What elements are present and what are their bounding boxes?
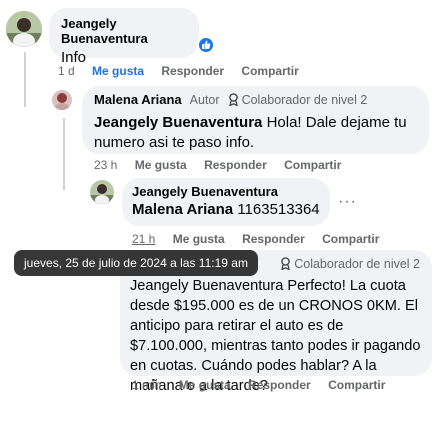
avatar-jeangely[interactable] [90,180,114,204]
thread-line [24,52,26,107]
reply-button[interactable]: Responder [161,64,224,78]
comment-time[interactable]: 1 min [132,378,161,392]
thread-line-nested [63,118,65,190]
comment-author[interactable]: Jeangely Buenaventura [132,184,320,199]
comment-text: Jeangely Buenaventura Hola! Dale dejame … [94,113,417,153]
comment-body: 1163513364 [233,201,320,218]
avatar-image [6,11,42,47]
avatar-image [52,90,72,110]
reply-button[interactable]: Responder [242,232,305,246]
comment-time[interactable]: 23 h [94,158,117,172]
like-button[interactable]: Me gusta [173,232,225,246]
avatar-jeangely[interactable] [6,11,42,47]
mention-link[interactable]: Malena Ariana [132,201,233,218]
share-button[interactable]: Compartir [241,64,298,78]
comment-bubble-2: Malena Ariana Autor Colaborador de nivel 2… [82,86,429,154]
like-button[interactable]: Me gusta [135,158,187,172]
mention-link[interactable]: Jeangely Buenaventura [94,114,262,131]
comment-bubble-1: Jeangely Buenaventura Info [49,8,199,66]
thumbs-up-icon [202,40,211,49]
contributor-badge-icon [228,93,239,111]
like-button[interactable]: Me gusta [179,378,231,392]
share-button[interactable]: Compartir [322,232,379,246]
comment-text: Malena Ariana 1163513364 [132,200,320,220]
contributor-badge[interactable]: Colaborador de nivel 2 [242,93,368,107]
like-button[interactable]: Me gusta [92,64,144,78]
like-reaction-icon[interactable] [197,36,215,54]
comment-header: Malena Ariana Autor Colaborador de nivel 2 [94,91,417,111]
comment-author[interactable]: Malena Ariana [94,92,182,107]
avatar-image [90,180,114,204]
comment-actions-4: 1 min Me gusta Responder Compartir [132,378,399,392]
reply-button[interactable]: Responder [204,158,267,172]
comment-actions-2: 23 h Me gusta Responder Compartir [94,158,355,172]
share-button[interactable]: Compartir [328,378,385,392]
timestamp-tooltip: jueves, 25 de julio de 2024 a las 11:19 … [14,250,258,276]
contributor-badge[interactable]: Colaborador de nivel 2 [294,257,420,271]
comment-actions-1: 1 d Me gusta Responder Compartir [58,64,313,78]
share-button[interactable]: Compartir [284,158,341,172]
mention-link[interactable]: Jeangely Buenaventura [130,278,283,294]
author-tag: Autor [189,93,220,107]
contributor-badge-icon [280,257,291,275]
comment-body: Perfecto! La cuota desde $195.000 es de … [130,278,421,394]
comment-author[interactable]: Jeangely Buenaventura [61,16,187,46]
comment-time[interactable]: 1 d [58,64,75,78]
more-options-button[interactable]: ··· [338,193,357,211]
reply-button[interactable]: Responder [248,378,311,392]
comment-actions-3: 21 h Me gusta Responder Compartir [132,232,393,246]
comment-time[interactable]: 21 h [132,232,155,246]
avatar-malena[interactable] [52,90,72,110]
comment-bubble-3: Jeangely Buenaventura Malena Ariana 1163… [122,178,330,226]
